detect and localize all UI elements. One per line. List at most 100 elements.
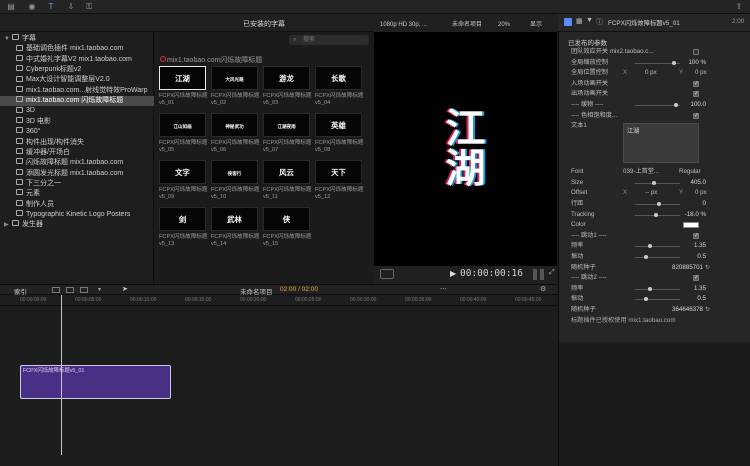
title-thumbnail[interactable]: 神秘武功 xyxy=(211,113,258,137)
slider-knob[interactable] xyxy=(652,180,657,185)
filter-icon[interactable]: ▼ xyxy=(586,17,593,24)
sidebar-item[interactable]: mix1.taobao.com 闪烁故障标题 xyxy=(0,96,154,107)
sidebar-item[interactable]: Max大设计智能调整层V2.0 xyxy=(0,75,154,85)
disclosure-closed-icon[interactable]: ▶ xyxy=(4,220,12,230)
skimming-icon[interactable]: ⋯ xyxy=(440,285,447,293)
sidebar-item[interactable]: 制作人员 xyxy=(0,199,154,210)
title-thumbnail[interactable]: 长歌 xyxy=(315,66,362,90)
slider-knob[interactable] xyxy=(647,244,652,249)
seed-value[interactable]: 364646378 xyxy=(672,305,703,316)
param-checkbox[interactable] xyxy=(693,79,699,89)
sidebar-item[interactable]: 缓冲器/开场白 xyxy=(0,148,154,158)
param-value[interactable]: 0.5 xyxy=(697,294,706,305)
info-icon[interactable]: ⓘ xyxy=(596,17,603,27)
x-value[interactable]: -- px xyxy=(645,188,657,199)
param-checkbox[interactable] xyxy=(693,273,699,284)
title-thumbnail[interactable]: 江湖夜雨 xyxy=(263,113,310,137)
playhead[interactable] xyxy=(61,295,62,455)
slider-knob[interactable] xyxy=(673,103,678,107)
param-checkbox[interactable] xyxy=(693,89,699,100)
seed-value[interactable]: 820885701 xyxy=(672,263,703,274)
title-thumbnail[interactable]: 武林 xyxy=(211,207,258,231)
timeline-settings-icon[interactable]: ⚙ xyxy=(540,285,546,293)
clip-insert-icon[interactable] xyxy=(66,287,74,293)
param-value[interactable]: 100.0 xyxy=(691,100,706,111)
zoom-select[interactable]: 20% xyxy=(498,18,510,32)
title-thumbnail[interactable]: 剑 xyxy=(159,207,206,231)
import-icon[interactable]: ⇩ xyxy=(66,2,76,11)
slider-knob[interactable] xyxy=(647,286,652,291)
key-icon[interactable]: ⚿ xyxy=(84,2,94,11)
param-slider[interactable] xyxy=(635,212,680,217)
sidebar-item[interactable]: 元素 xyxy=(0,189,154,199)
param-value[interactable]: 1.35 xyxy=(694,241,706,252)
color-swatch[interactable] xyxy=(683,222,699,229)
slider-knob[interactable] xyxy=(643,297,648,302)
param-value[interactable]: 1.35 xyxy=(694,284,706,295)
title-thumbnail[interactable]: 江山如画 xyxy=(159,113,206,137)
title-inspector-icon[interactable] xyxy=(564,18,572,26)
text-field[interactable]: 江湖 xyxy=(623,123,699,164)
slider-knob[interactable] xyxy=(656,202,661,206)
sidebar-item[interactable]: mix1.taobao.com...射线觉特效ProWarp xyxy=(0,85,154,96)
sidebar-item[interactable]: 3D xyxy=(0,106,154,116)
slider-knob[interactable] xyxy=(643,255,648,259)
title-thumbnail[interactable]: 文字 xyxy=(159,160,206,184)
param-value[interactable]: 100 % xyxy=(688,58,706,69)
param-checkbox[interactable] xyxy=(693,111,699,121)
transform-button[interactable] xyxy=(380,269,394,279)
title-thumbnail[interactable]: 英雄 xyxy=(315,113,362,137)
sidebar-item[interactable]: ▼ 字幕 xyxy=(0,34,154,44)
search-field[interactable]: ⌕ 搜索 xyxy=(289,35,369,45)
tool-select-icon[interactable]: ▾ xyxy=(98,286,101,293)
param-slider[interactable] xyxy=(635,180,680,185)
title-thumbnail[interactable]: 江湖 xyxy=(159,66,206,90)
font-select[interactable]: 039-上首堂... xyxy=(623,167,659,178)
sidebar-item[interactable]: 3D 电影 xyxy=(0,116,154,127)
param-slider[interactable] xyxy=(635,286,680,291)
randomize-icon[interactable]: ↻ xyxy=(705,305,710,316)
param-slider[interactable] xyxy=(635,244,680,249)
video-inspector-icon[interactable]: ▦ xyxy=(576,17,583,25)
param-slider[interactable] xyxy=(635,60,680,65)
param-value[interactable]: -18.0 % xyxy=(685,210,706,221)
title-thumbnail[interactable]: 侠 xyxy=(263,207,310,231)
param-slider[interactable] xyxy=(635,255,680,259)
sidebar-item[interactable]: 基础调色插件 mix1.taobao.com xyxy=(0,44,154,54)
title-thumbnail[interactable]: 大风光路 xyxy=(211,66,258,90)
param-value[interactable]: 0.5 xyxy=(697,252,706,263)
timeline-clip[interactable]: FCPX闪烁故障标题v5_01 xyxy=(20,365,171,399)
font-style-select[interactable]: Regular xyxy=(679,167,701,178)
param-slider[interactable] xyxy=(635,103,680,107)
y-value[interactable]: 0 px xyxy=(695,68,707,79)
sidebar-item[interactable]: 添圆发光标题 mix1.taobao.com xyxy=(0,168,154,179)
sidebar-item[interactable]: 360° xyxy=(0,127,154,137)
x-value[interactable]: 0 px xyxy=(645,68,657,79)
param-value[interactable]: 405.0 xyxy=(691,178,706,189)
param-checkbox[interactable] xyxy=(693,49,699,55)
sidebar-item[interactable]: 下三分之一 xyxy=(0,179,154,189)
title-thumbnail[interactable]: 侠客行 xyxy=(211,160,258,184)
disclosure-open-icon[interactable]: ▼ xyxy=(4,34,12,44)
sidebar-item[interactable]: Cyberpunk标题v2 xyxy=(0,65,154,75)
param-slider[interactable] xyxy=(635,202,680,206)
slider-knob[interactable] xyxy=(654,212,659,217)
param-value[interactable]: 0 xyxy=(703,199,706,210)
sidebar-item[interactable]: ▶ 发生器 xyxy=(0,220,154,230)
sidebar-item[interactable]: 构件出现/构件消失 xyxy=(0,137,154,148)
clip-append-icon[interactable] xyxy=(52,287,60,293)
library-icon[interactable]: ▤ xyxy=(6,2,16,11)
clip-overwrite-icon[interactable] xyxy=(80,287,88,293)
fullscreen-icon[interactable]: ⤢ xyxy=(549,269,555,277)
title-thumbnail[interactable]: 风云 xyxy=(263,160,310,184)
y-value[interactable]: 0 px xyxy=(695,188,707,199)
photos-icon[interactable]: ◉ xyxy=(27,2,37,11)
display-menu[interactable]: 显示 xyxy=(530,18,542,32)
title-thumbnail[interactable]: 游龙 xyxy=(263,66,310,90)
param-checkbox[interactable] xyxy=(693,231,699,241)
arrow-tool-icon[interactable]: ➤ xyxy=(122,285,128,293)
sidebar-item[interactable]: 中式婚礼字幕V2 mix1.taobao.com xyxy=(0,54,154,65)
randomize-icon[interactable]: ↻ xyxy=(705,263,710,274)
play-button[interactable]: ▶ xyxy=(450,269,456,278)
param-slider[interactable] xyxy=(635,297,680,302)
